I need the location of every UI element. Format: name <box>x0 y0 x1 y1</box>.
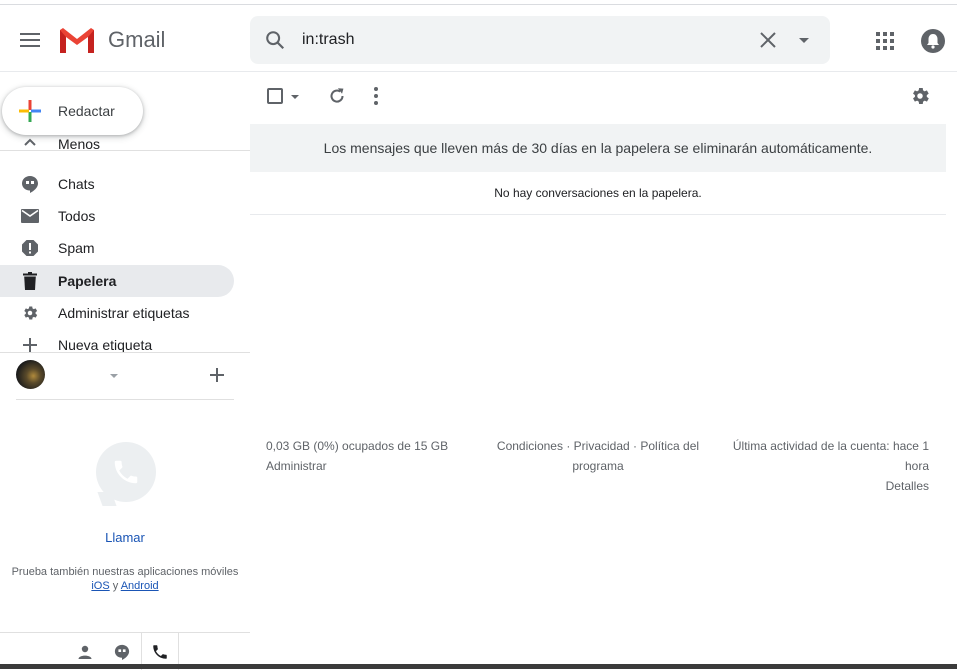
gmail-m-icon <box>60 28 94 53</box>
list-divider <box>250 214 946 215</box>
sidebar-item-label: Nueva etiqueta <box>58 337 153 353</box>
gmail-logo[interactable]: Gmail <box>58 26 165 54</box>
empty-trash-message: No hay conversaciones en la papelera. <box>494 186 702 200</box>
refresh-icon[interactable] <box>326 85 348 107</box>
spam-icon <box>20 238 40 258</box>
sidebar-item-label: Chats <box>58 176 95 192</box>
link-separator: · <box>633 439 638 453</box>
gear-icon <box>20 303 40 323</box>
avatar[interactable] <box>16 360 45 389</box>
call-link[interactable]: Llamar <box>0 530 250 545</box>
sidebar-item-chats[interactable]: Chats <box>0 168 234 200</box>
details-link[interactable]: Detalles <box>718 476 929 496</box>
app-name: Gmail <box>108 27 166 52</box>
chat-icon <box>20 174 40 194</box>
search-icon[interactable] <box>264 29 286 51</box>
sidebar-item-less[interactable]: Menos <box>0 137 234 155</box>
hangouts-divider <box>16 399 234 400</box>
apps-grid-icon[interactable] <box>874 30 896 52</box>
search-bar <box>250 16 830 64</box>
account-activity: Última actividad de la cuenta: hace 1 ho… <box>718 436 929 496</box>
app-header: Gmail <box>0 4 957 72</box>
ios-link[interactable]: iOS <box>91 580 109 592</box>
sidebar-item-manage-labels[interactable]: Administrar etiquetas <box>0 297 234 329</box>
sidebar-item-label: Todos <box>58 208 96 224</box>
phone-icon <box>153 644 167 659</box>
mail-toolbar <box>250 72 957 120</box>
compose-divider <box>0 150 250 151</box>
trash-info-banner: Los mensajes que lleven más de 30 días e… <box>250 124 946 172</box>
settings-icon[interactable] <box>909 85 931 107</box>
footer-links: Condiciones · Privacidad · Política del … <box>488 436 708 476</box>
compose-button[interactable]: Redactar <box>2 87 143 135</box>
hamburger-icon <box>20 33 40 47</box>
promo-text: Prueba también nuestras aplicaciones móv… <box>11 566 239 578</box>
phone-call-icon <box>96 442 156 502</box>
mobile-apps-promo: Prueba también nuestras aplicaciones móv… <box>0 565 250 593</box>
caret-down-icon[interactable] <box>290 92 300 102</box>
main-menu-button[interactable] <box>14 24 46 56</box>
link-separator: · <box>566 439 571 453</box>
sidebar-item-label: Spam <box>58 240 95 256</box>
privacy-link[interactable]: Privacidad <box>574 439 630 453</box>
storage-info: 0,03 GB (0%) ocupados de 15 GB Administr… <box>266 436 466 476</box>
hangouts-user-row <box>16 360 234 390</box>
hangouts-divider <box>0 352 250 353</box>
sidebar-item-all-mail[interactable]: Todos <box>0 200 234 232</box>
caret-down-icon[interactable] <box>792 28 816 52</box>
android-link[interactable]: Android <box>121 580 159 592</box>
compose-label: Redactar <box>58 103 115 119</box>
sidebar-item-label: Administrar etiquetas <box>58 305 190 321</box>
search-input[interactable] <box>302 16 722 64</box>
manage-storage-link[interactable]: Administrar <box>266 456 466 476</box>
mail-icon <box>20 206 40 226</box>
and-word: y <box>112 580 119 592</box>
person-icon <box>78 645 92 659</box>
notifications-icon[interactable] <box>920 28 946 54</box>
plus-color-icon <box>19 100 41 122</box>
more-vert-icon[interactable] <box>366 85 386 107</box>
sidebar-item-label: Papelera <box>58 273 117 289</box>
sidebar-item-new-label[interactable]: Nueva etiqueta <box>0 329 234 361</box>
sidebar-item-trash[interactable]: Papelera <box>0 265 234 297</box>
chat-icon <box>114 644 130 660</box>
close-icon[interactable] <box>756 28 780 52</box>
trash-icon <box>20 271 40 291</box>
terms-link[interactable]: Condiciones <box>497 439 563 453</box>
select-all-checkbox[interactable] <box>267 88 283 104</box>
caret-down-icon[interactable] <box>108 370 120 382</box>
plus-icon[interactable] <box>209 367 225 383</box>
storage-usage: 0,03 GB (0%) ocupados de 15 GB <box>266 439 449 453</box>
os-taskbar-edge <box>0 664 957 669</box>
last-activity-text: Última actividad de la cuenta: hace 1 ho… <box>732 439 929 473</box>
sidebar-item-spam[interactable]: Spam <box>0 232 234 264</box>
